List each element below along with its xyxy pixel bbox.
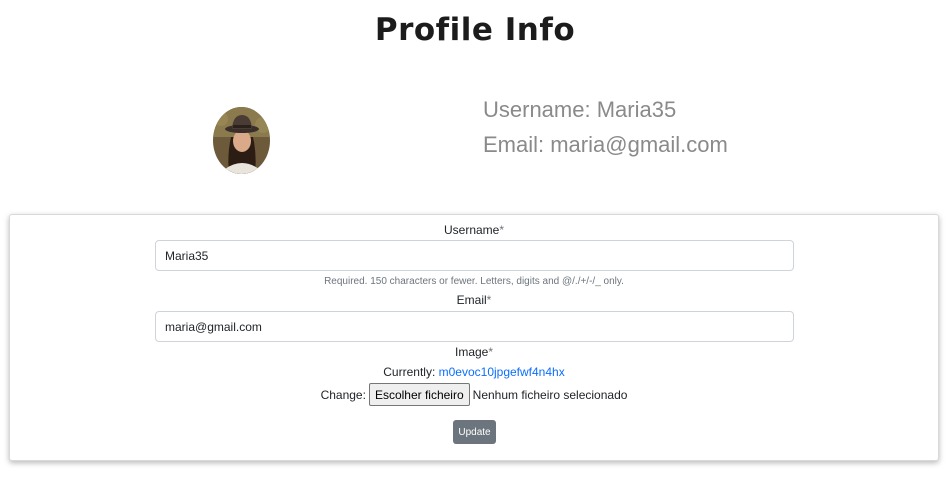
change-label: Change:: [320, 387, 366, 402]
profile-username: Username: Maria35: [483, 97, 677, 122]
profile-form-card: Username* Required. 150 characters or fe…: [9, 214, 939, 461]
current-image-link[interactable]: m0evoc10jpgefwf4n4hx: [439, 365, 565, 379]
username-label-text: Username: [443, 223, 500, 237]
choose-file-button[interactable]: Escolher ficheiro: [368, 383, 470, 406]
email-label-text: Email: [456, 293, 487, 307]
profile-summary: Username: Maria35 Email: maria@gmail.com: [483, 96, 728, 166]
update-button[interactable]: Update: [453, 420, 496, 444]
email-label: Email*: [10, 293, 938, 307]
username-input[interactable]: [155, 240, 794, 271]
required-mark: *: [499, 223, 505, 237]
current-image: Currently: m0evoc10jpgefwf4n4hx: [10, 365, 938, 379]
currently-label: Currently:: [383, 365, 436, 379]
image-label-text: Image: [454, 345, 489, 359]
profile-photo-icon: [213, 107, 270, 174]
change-image-row: Change: Escolher ficheiro Nenhum ficheir…: [10, 383, 938, 406]
username-label: Username*: [10, 223, 938, 237]
required-mark: *: [488, 345, 494, 359]
profile-email: Email: maria@gmail.com: [483, 132, 728, 157]
username-help-text: Required. 150 characters or fewer. Lette…: [324, 276, 624, 287]
avatar: [213, 107, 270, 174]
email-input[interactable]: [155, 311, 794, 342]
image-label: Image*: [10, 345, 938, 359]
no-file-text: Nenhum ficheiro selecionado: [472, 387, 628, 402]
required-mark: *: [486, 293, 492, 307]
page-title: Profile Info: [374, 12, 576, 48]
